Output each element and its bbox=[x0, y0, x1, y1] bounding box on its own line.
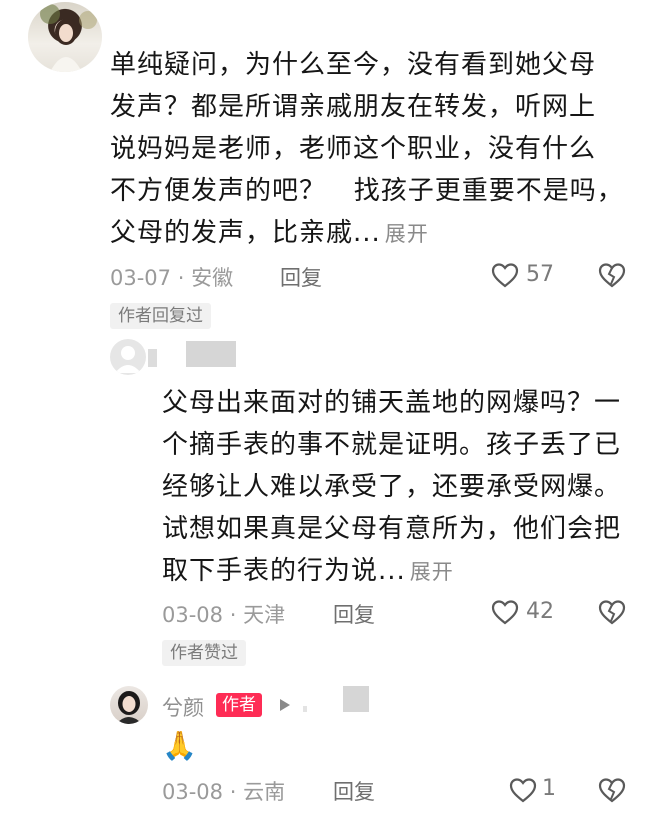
redacted-username bbox=[186, 341, 236, 367]
comment-line: 父母的发声，比亲戚... 展开 bbox=[110, 218, 429, 248]
comment-2-text: 父母出来面对的铺天盖地的网爆吗？一 个摘手表的事不就是证明。孩子丢了已 经够让人… bbox=[162, 382, 652, 593]
comment-line: 个摘手表的事不就是证明。孩子丢了已 bbox=[162, 430, 622, 460]
like-count: 1 bbox=[542, 776, 556, 801]
comment-line: 经够让人难以承受了，还要承受网爆。 bbox=[162, 472, 622, 502]
like-count: 57 bbox=[526, 262, 554, 287]
comment-1-text: 单纯疑问，为什么至今，没有看到她父母 发声？都是所谓亲戚朋友在转发，听网上 说妈… bbox=[110, 44, 650, 255]
expand-button[interactable]: 展开 bbox=[385, 222, 429, 246]
comment-1-meta: 03-07 · 安徽 bbox=[110, 262, 233, 292]
avatar-author[interactable] bbox=[110, 686, 148, 724]
comment-location: 云南 bbox=[243, 780, 286, 804]
comment-line: 发声？都是所谓亲戚朋友在转发，听网上 bbox=[110, 92, 597, 122]
author-photo bbox=[116, 691, 142, 724]
comment-date: 03-08 bbox=[162, 603, 224, 627]
avatar-photo bbox=[40, 4, 97, 72]
user-icon bbox=[115, 346, 141, 373]
comment-line: 说妈妈是老师，老师这个职业，没有什么 bbox=[110, 134, 597, 164]
redacted-username bbox=[343, 686, 369, 712]
reply-button[interactable]: 回复 bbox=[280, 262, 322, 292]
broken-heart-icon[interactable] bbox=[597, 262, 627, 288]
comment-date: 03-07 bbox=[110, 266, 172, 290]
play-arrow-icon bbox=[280, 699, 290, 711]
heart-icon[interactable] bbox=[509, 777, 537, 803]
reply-button[interactable]: 回复 bbox=[333, 776, 375, 806]
heart-icon[interactable] bbox=[491, 262, 519, 288]
separator-dot: · bbox=[177, 266, 185, 290]
comment-location: 安徽 bbox=[191, 266, 234, 290]
like-count: 42 bbox=[526, 599, 554, 624]
separator-dot: · bbox=[229, 780, 237, 804]
broken-heart-icon[interactable] bbox=[597, 777, 627, 803]
comment-location: 天津 bbox=[243, 603, 286, 627]
expand-button[interactable]: 展开 bbox=[410, 560, 454, 584]
author-liked-tag: 作者赞过 bbox=[162, 640, 246, 666]
comment-2-meta: 03-08 · 天津 bbox=[162, 599, 285, 629]
comment-date: 03-08 bbox=[162, 780, 224, 804]
comment-line: 不方便发声的吧？ 找孩子更重要不是吗， bbox=[110, 176, 624, 206]
broken-heart-icon[interactable] bbox=[597, 599, 627, 625]
redacted-username bbox=[303, 706, 307, 712]
comment-3-meta: 03-08 · 云南 bbox=[162, 776, 285, 806]
separator-dot: · bbox=[229, 603, 237, 627]
comment-line: 父母出来面对的铺天盖地的网爆吗？一 bbox=[162, 388, 622, 418]
avatar-default[interactable] bbox=[110, 339, 146, 375]
author-replied-tag: 作者回复过 bbox=[110, 303, 211, 329]
redacted-username bbox=[148, 349, 157, 367]
comment-line: 取下手表的行为说... 展开 bbox=[162, 556, 454, 586]
comment-line: 单纯疑问，为什么至今，没有看到她父母 bbox=[110, 50, 597, 80]
reply-button[interactable]: 回复 bbox=[333, 599, 375, 629]
avatar-commenter-1[interactable] bbox=[28, 2, 102, 72]
emoji-reply: 🙏 bbox=[162, 729, 197, 762]
comment-line: 试想如果真是父母有意所为，他们会把 bbox=[162, 514, 622, 544]
heart-icon[interactable] bbox=[491, 599, 519, 625]
author-name[interactable]: 兮颜 bbox=[162, 692, 204, 722]
author-badge: 作者 bbox=[216, 693, 262, 717]
